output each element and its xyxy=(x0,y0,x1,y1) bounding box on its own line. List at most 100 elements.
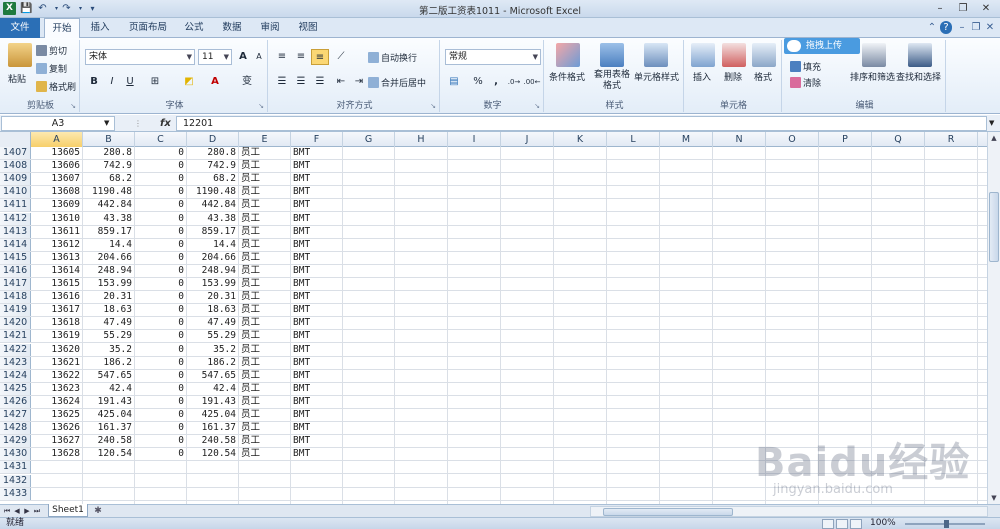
cell-b[interactable]: 20.31 xyxy=(83,291,135,303)
cell-b[interactable]: 35.2 xyxy=(83,344,135,356)
column-header-d[interactable]: D xyxy=(187,132,239,147)
row-header[interactable]: 1409 xyxy=(0,173,31,186)
column-header-b[interactable]: B xyxy=(83,132,135,147)
row-header[interactable]: 1419 xyxy=(0,304,31,317)
cell-d[interactable]: 55.29 xyxy=(187,330,239,342)
cell-f[interactable]: BMT xyxy=(291,147,343,159)
cell-d[interactable]: 248.94 xyxy=(187,265,239,277)
cell-c[interactable]: 0 xyxy=(135,396,187,408)
last-sheet-icon[interactable]: ⏭ xyxy=(32,505,42,517)
cell-f[interactable]: BMT xyxy=(291,409,343,421)
name-box[interactable]: A3 xyxy=(1,116,115,131)
cell-f[interactable]: BMT xyxy=(291,370,343,382)
cell-b[interactable]: 161.37 xyxy=(83,422,135,434)
cell-f[interactable]: BMT xyxy=(291,344,343,356)
cell-d[interactable]: 280.8 xyxy=(187,147,239,159)
row-header[interactable]: 1428 xyxy=(0,422,31,435)
cell-e[interactable] xyxy=(239,461,291,473)
cell-d[interactable]: 35.2 xyxy=(187,344,239,356)
zoom-level[interactable]: 100% xyxy=(870,518,896,529)
cell-b[interactable]: 47.49 xyxy=(83,317,135,329)
cell-f[interactable]: BMT xyxy=(291,199,343,211)
comma-button[interactable]: , xyxy=(487,74,505,90)
cell-e[interactable]: 员工 xyxy=(239,330,291,342)
cell-c[interactable]: 0 xyxy=(135,330,187,342)
cell-f[interactable] xyxy=(291,461,343,473)
cell-c[interactable]: 0 xyxy=(135,160,187,172)
cell-a[interactable]: 13609 xyxy=(31,199,83,211)
help-icon[interactable]: ? xyxy=(940,21,952,34)
cell-e[interactable]: 员工 xyxy=(239,357,291,369)
cell-e[interactable]: 员工 xyxy=(239,186,291,198)
cell-d[interactable]: 14.4 xyxy=(187,239,239,251)
cell-d[interactable]: 859.17 xyxy=(187,226,239,238)
tab-file[interactable]: 文件 xyxy=(0,18,40,38)
cell-d[interactable]: 547.65 xyxy=(187,370,239,382)
cell-e[interactable]: 员工 xyxy=(239,435,291,447)
cell-e[interactable]: 员工 xyxy=(239,383,291,395)
cell-c[interactable]: 0 xyxy=(135,147,187,159)
cell-e[interactable]: 员工 xyxy=(239,213,291,225)
underline-button[interactable]: U xyxy=(121,74,139,90)
sort-filter-button[interactable]: 排序和筛选 xyxy=(850,70,895,83)
column-header-r[interactable]: R xyxy=(925,132,978,147)
sheet-tab-sheet1[interactable]: Sheet1 xyxy=(48,504,88,517)
cell-a[interactable] xyxy=(31,488,83,500)
cell-c[interactable]: 0 xyxy=(135,383,187,395)
column-header-k[interactable]: K xyxy=(554,132,607,147)
tab-review[interactable]: 审阅 xyxy=(254,18,286,38)
find-select-button[interactable]: 查找和选择 xyxy=(896,70,941,83)
font-size-combo[interactable]: 11 ▼ xyxy=(198,49,232,65)
cell-b[interactable]: 18.63 xyxy=(83,304,135,316)
increase-indent-icon[interactable]: ⇥ xyxy=(350,74,368,90)
cell-a[interactable]: 13611 xyxy=(31,226,83,238)
cell-f[interactable]: BMT xyxy=(291,448,343,460)
insert-function-button[interactable]: fx xyxy=(160,116,174,131)
column-header-a[interactable]: A xyxy=(31,132,83,147)
cell-a[interactable]: 13622 xyxy=(31,370,83,382)
cell-b[interactable]: 742.9 xyxy=(83,160,135,172)
cell-f[interactable] xyxy=(291,488,343,500)
column-header-i[interactable]: I xyxy=(448,132,501,147)
font-name-dropdown-icon[interactable]: ▼ xyxy=(187,50,192,64)
cell-c[interactable]: 0 xyxy=(135,448,187,460)
cell-f[interactable]: BMT xyxy=(291,435,343,447)
cell-a[interactable]: 13624 xyxy=(31,396,83,408)
cell-c[interactable]: 0 xyxy=(135,357,187,369)
cell-e[interactable]: 员工 xyxy=(239,239,291,251)
cell-d[interactable]: 742.9 xyxy=(187,160,239,172)
row-header[interactable]: 1426 xyxy=(0,395,31,408)
cell-b[interactable]: 547.65 xyxy=(83,370,135,382)
cell-c[interactable]: 0 xyxy=(135,239,187,251)
number-format-dropdown-icon[interactable]: ▼ xyxy=(533,50,538,64)
cell-c[interactable]: 0 xyxy=(135,173,187,185)
row-header[interactable]: 1422 xyxy=(0,343,31,356)
align-bottom-icon[interactable]: ≡ xyxy=(311,49,329,65)
cell-a[interactable]: 13618 xyxy=(31,317,83,329)
cell-c[interactable]: 0 xyxy=(135,317,187,329)
column-header-e[interactable]: E xyxy=(239,132,291,147)
cell-b[interactable]: 14.4 xyxy=(83,239,135,251)
cell-e[interactable]: 员工 xyxy=(239,304,291,316)
cell-a[interactable]: 13607 xyxy=(31,173,83,185)
cell-f[interactable]: BMT xyxy=(291,396,343,408)
row-header[interactable]: 1410 xyxy=(0,186,31,199)
column-header-g[interactable]: G xyxy=(343,132,395,147)
alignment-launcher-icon[interactable]: ↘ xyxy=(430,102,436,110)
shrink-font-button[interactable]: A xyxy=(250,49,268,65)
cell-d[interactable] xyxy=(187,488,239,500)
scroll-up-icon[interactable]: ▲ xyxy=(988,132,1000,144)
cell-b[interactable] xyxy=(83,461,135,473)
cell-b[interactable]: 153.99 xyxy=(83,278,135,290)
cell-b[interactable]: 859.17 xyxy=(83,226,135,238)
cell-f[interactable]: BMT xyxy=(291,226,343,238)
tab-insert[interactable]: 插入 xyxy=(84,18,116,38)
insert-cells-button[interactable]: 插入 xyxy=(693,70,711,83)
paste-icon[interactable] xyxy=(8,43,32,67)
cell-a[interactable]: 13617 xyxy=(31,304,83,316)
cell-e[interactable]: 员工 xyxy=(239,199,291,211)
cell-e[interactable]: 员工 xyxy=(239,448,291,460)
cell-c[interactable]: 0 xyxy=(135,213,187,225)
next-sheet-icon[interactable]: ▶ xyxy=(22,505,32,517)
cell-styles-button[interactable]: 单元格样式 xyxy=(634,70,679,83)
